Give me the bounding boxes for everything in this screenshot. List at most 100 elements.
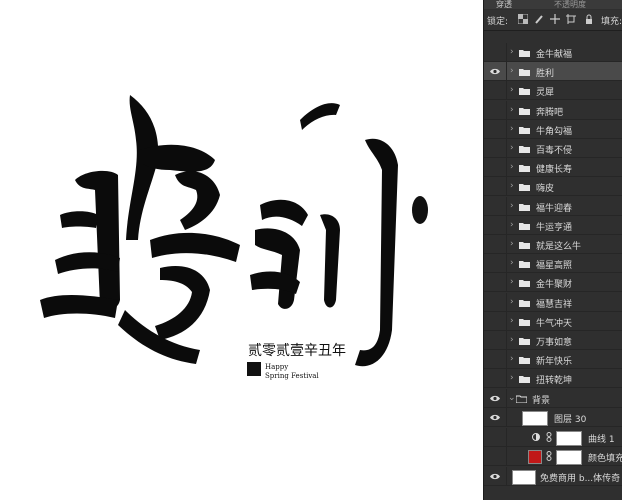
visibility-toggle[interactable] [484,81,507,101]
chevron-right-icon[interactable]: › [510,373,514,383]
visibility-toggle[interactable] [484,292,507,312]
chevron-right-icon[interactable]: › [510,124,514,134]
chevron-right-icon[interactable]: › [510,277,514,287]
chevron-right-icon[interactable]: › [510,47,514,57]
chevron-right-icon[interactable]: › [510,297,514,307]
visibility-toggle[interactable] [484,447,507,467]
layer-name: 灵犀 [536,88,555,99]
layer-name: 金牛聚财 [536,280,573,291]
visibility-toggle[interactable] [484,62,507,82]
chevron-right-icon[interactable]: › [510,181,514,191]
layer-name: 嗨皮 [536,184,555,195]
chevron-right-icon[interactable]: › [510,85,514,95]
folder-open-icon [516,395,527,403]
visibility-toggle[interactable] [484,427,507,447]
layer-row[interactable]: › 灵犀 [484,81,622,101]
layer-row[interactable]: › 万事如意 [484,331,622,350]
visibility-toggle[interactable] [484,408,507,428]
layer-name: 新年快乐 [536,357,573,368]
layer-row[interactable]: › 牛气冲天 [484,311,622,331]
layer-row[interactable]: › 牛角勾福 [484,119,622,139]
layer-row[interactable]: › 嗨皮 [484,177,622,197]
visibility-toggle[interactable] [484,369,507,389]
visibility-toggle[interactable] [484,235,507,254]
layer-row[interactable]: › 金牛聚财 [484,273,622,293]
layer-name: 就是这么牛 [536,242,582,252]
lock-artboard-icon[interactable] [566,14,576,24]
visibility-toggle[interactable] [484,100,507,120]
link-icon[interactable] [546,451,552,462]
folder-icon [519,222,530,230]
layer-row[interactable]: › 福牛迎春 [484,196,622,216]
visibility-toggle[interactable] [484,466,507,486]
visibility-toggle[interactable] [484,254,507,274]
visibility-toggle[interactable] [484,158,507,178]
lock-transparent-pixels-icon[interactable] [518,14,528,24]
visibility-toggle[interactable] [484,139,507,158]
visibility-toggle[interactable] [484,177,507,197]
visibility-toggle[interactable] [484,43,507,62]
visibility-toggle[interactable] [484,331,507,350]
folder-icon [519,318,530,326]
layer-row[interactable]: › 福星高照 [484,254,622,274]
chevron-right-icon[interactable]: › [510,335,514,345]
layer-row[interactable]: › 新年快乐 [484,350,622,370]
fill-color-swatch[interactable] [528,450,542,465]
layer-row[interactable]: › 就是这么牛 [484,235,622,254]
layer-row-bottom[interactable]: 免费商用 b...体传奇 [484,466,622,486]
blend-mode-select[interactable]: 穿透 [496,0,512,9]
visibility-toggle[interactable] [484,350,507,370]
eye-icon [490,473,500,479]
layer-row[interactable]: › 金牛献福 [484,43,622,62]
chevron-right-icon[interactable]: › [510,201,514,211]
chevron-right-icon[interactable]: › [510,258,514,268]
folder-icon [519,376,530,384]
folder-icon [519,88,530,96]
layer-name: 百毒不侵 [536,146,573,156]
chevron-right-icon[interactable]: › [510,239,514,249]
layer-row[interactable]: › 扭转乾坤 [484,369,622,389]
year-text: 贰零贰壹辛丑年 [248,342,346,359]
folder-icon [519,357,530,365]
document-canvas[interactable]: 贰零贰壹辛丑年 Happy Spring Festival [0,0,483,500]
chevron-right-icon[interactable]: › [510,316,514,326]
lock-image-pixels-icon[interactable] [534,14,544,24]
visibility-toggle[interactable] [484,311,507,331]
visibility-toggle[interactable] [484,273,507,293]
lock-position-icon[interactable] [550,14,560,24]
link-icon[interactable] [546,431,552,442]
chevron-right-icon[interactable]: › [510,105,514,115]
lock-all-icon[interactable] [584,14,594,24]
chevron-down-icon[interactable]: ⌄ [508,393,516,403]
layer-row-fill[interactable]: 颜色填充 [484,447,622,467]
chevron-right-icon[interactable]: › [510,143,514,153]
layer-row[interactable]: › 牛运亨通 [484,215,622,235]
visibility-toggle[interactable] [484,196,507,216]
layer-row[interactable]: › 健康长寿 [484,158,622,178]
layers-panel: 穿透 不透明度 锁定: 填充: › 金牛献福 › 胜利 › 灵犀 › 奔腾吧 › 牛角勾福 › 百毒不… [483,0,622,500]
chevron-right-icon[interactable]: › [510,66,514,76]
visibility-toggle[interactable] [484,215,507,235]
chevron-right-icon[interactable]: › [510,162,514,172]
calligraphy-artwork: 贰零贰壹辛丑年 Happy Spring Festival [40,95,428,380]
blend-mode-bar[interactable]: 穿透 不透明度 [484,0,622,9]
folder-icon [519,146,530,153]
layer-name: 健康长寿 [536,165,573,176]
eye-icon [490,414,500,421]
chevron-right-icon[interactable]: › [510,354,514,364]
folder-icon [519,280,530,288]
chevron-right-icon[interactable]: › [510,220,514,230]
fill-label: 填充: [601,17,622,27]
layer-row[interactable]: › 胜利 [484,62,622,82]
folder-icon [519,299,530,307]
visibility-toggle[interactable] [484,388,507,408]
layer-row-image[interactable]: 图层 30 [484,408,622,428]
layer-row[interactable]: › 百毒不侵 [484,139,622,158]
layer-row-curves[interactable]: 曲线 1 [484,427,622,447]
visibility-toggle[interactable] [484,119,507,139]
layer-row[interactable]: › 奔腾吧 [484,100,622,120]
layer-name: 牛气冲天 [536,318,573,329]
layer-row[interactable]: › 福慧吉祥 [484,292,622,312]
layer-row-group[interactable]: ⌄ 背景 [484,388,622,408]
lock-label: 锁定: [487,17,509,27]
